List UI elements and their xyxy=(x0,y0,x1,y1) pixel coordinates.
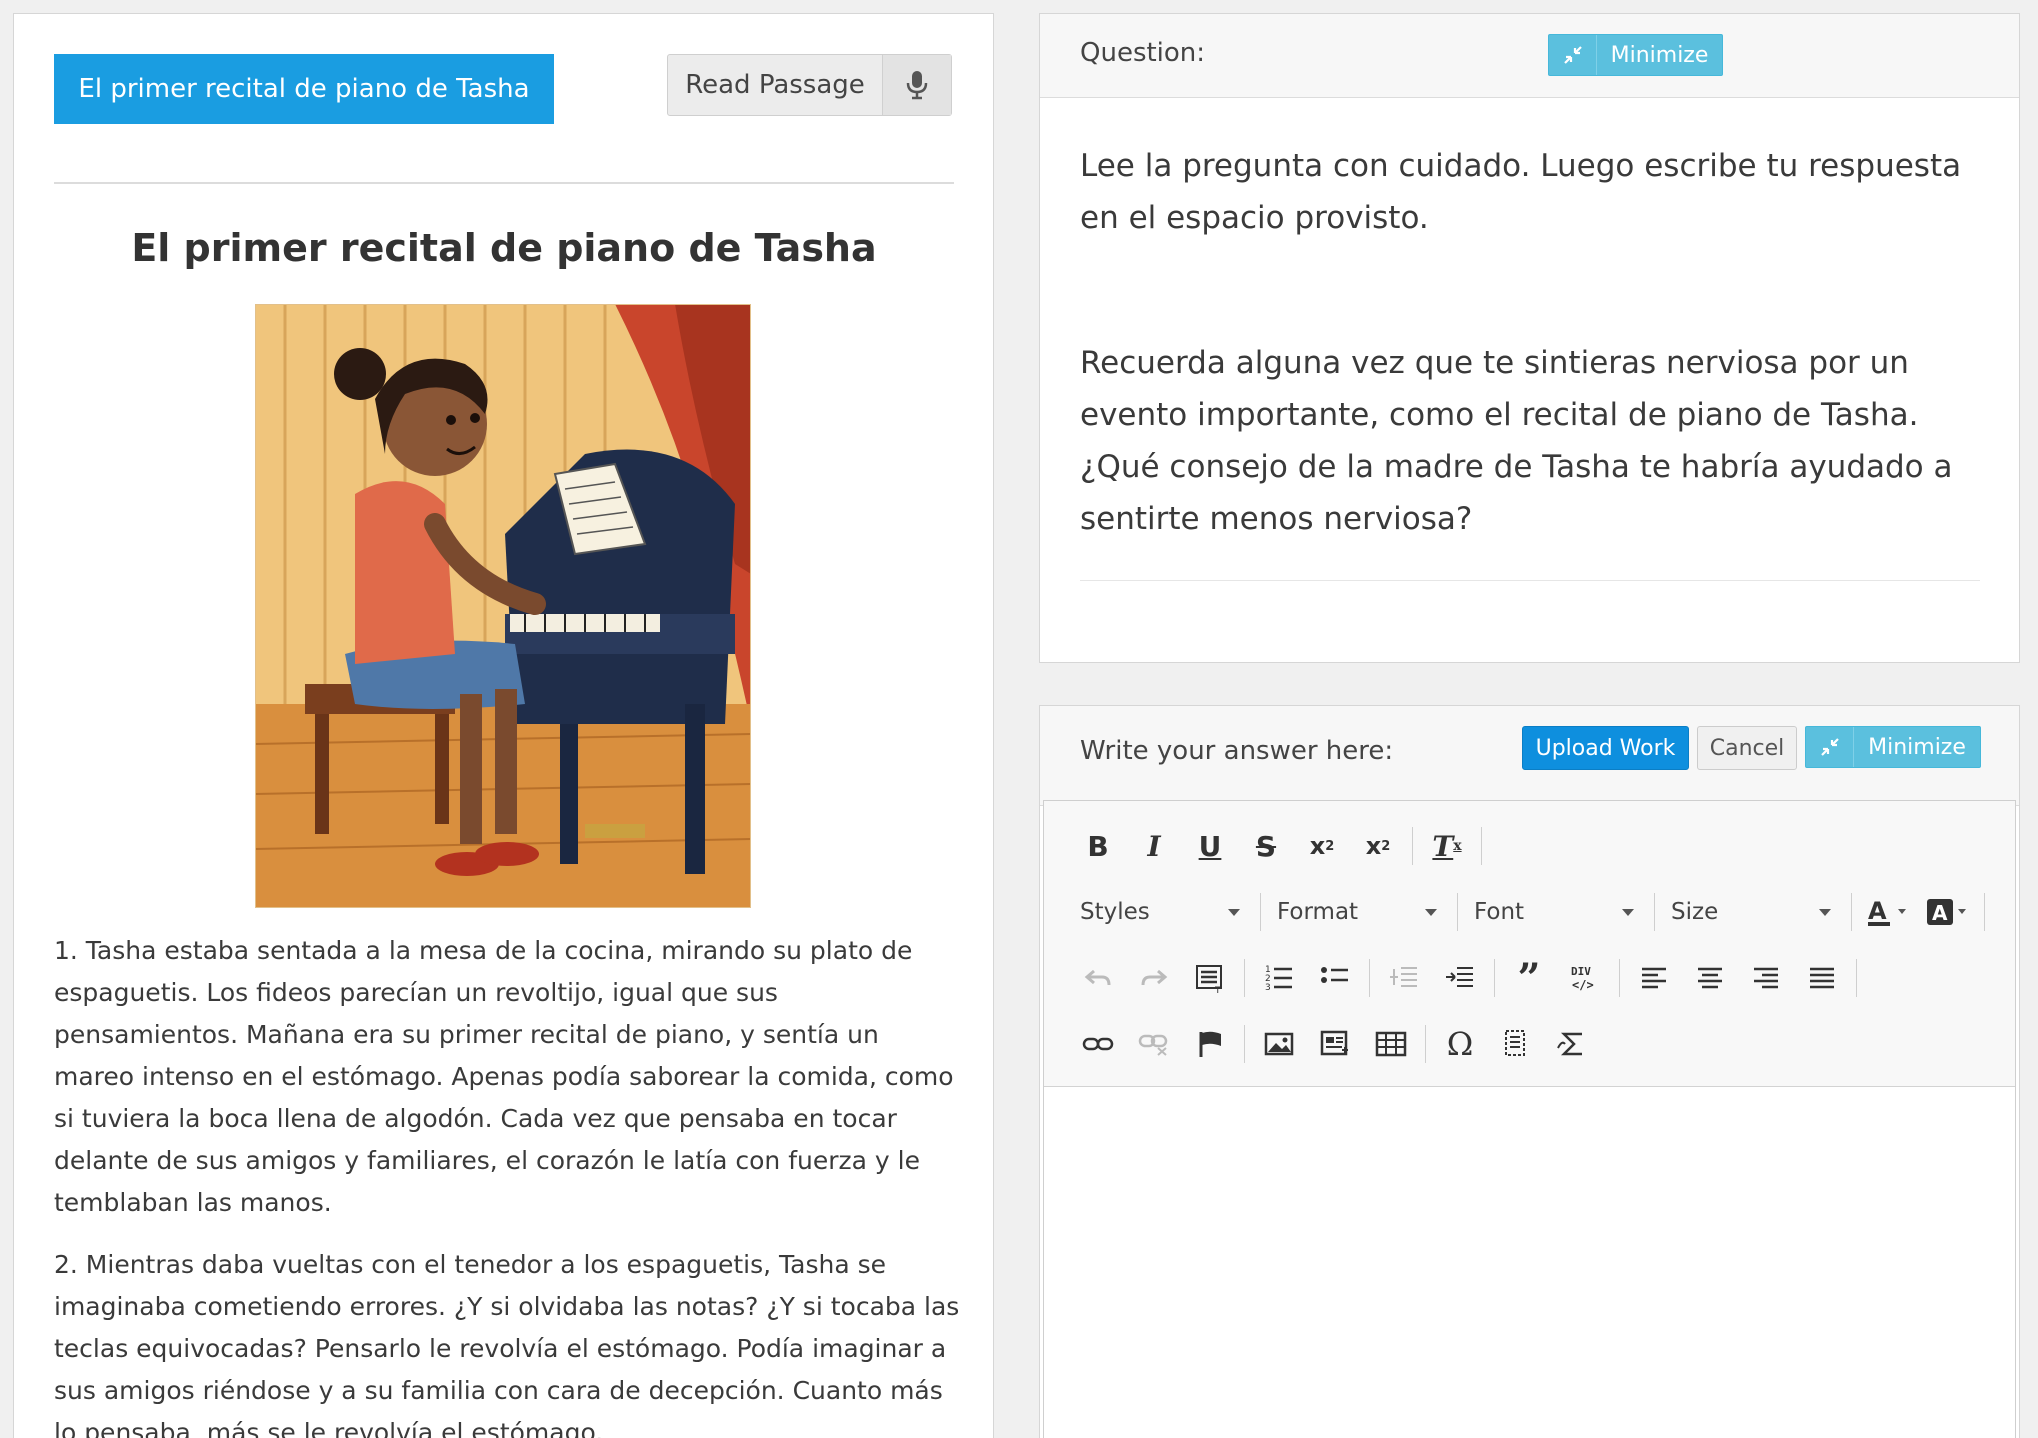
indent-icon[interactable] xyxy=(1432,955,1488,1001)
strikethrough-icon[interactable]: S xyxy=(1238,823,1294,869)
passage-illustration xyxy=(255,304,751,908)
italic-icon[interactable]: I xyxy=(1126,823,1182,869)
toolbar-separator xyxy=(1425,1025,1426,1063)
blockquote-icon[interactable]: ” xyxy=(1501,955,1557,1002)
passage-paragraph: 2. Mientras daba vueltas con el tenedor … xyxy=(54,1250,960,1438)
answer-minimize-button[interactable]: Minimize xyxy=(1805,726,1981,768)
toolbar-separator xyxy=(1494,959,1495,997)
superscript-icon[interactable]: x2 xyxy=(1350,823,1406,869)
chevron-down-icon xyxy=(1228,908,1240,916)
underline-icon[interactable]: U xyxy=(1182,823,1238,869)
chevron-down-icon xyxy=(1425,908,1437,916)
font-dropdown-label: Font xyxy=(1474,899,1525,925)
toolbar-separator xyxy=(1481,827,1482,865)
subscript-icon[interactable]: x2 xyxy=(1294,823,1350,869)
svg-text:</>: </> xyxy=(1572,978,1594,992)
toolbar-separator xyxy=(1654,893,1655,931)
embed-media-icon[interactable] xyxy=(1307,1021,1363,1067)
chevron-down-icon xyxy=(1622,908,1634,916)
question-panel: Question: Minimize Lee la pregunta con c… xyxy=(1039,13,2020,663)
undo-icon[interactable] xyxy=(1070,955,1126,1001)
passage-paragraph: 1. Tasha estaba sentada a la mesa de la … xyxy=(54,936,954,1217)
format-dropdown-label: Format xyxy=(1277,899,1359,925)
question-body: Lee la pregunta con cuidado. Luego escri… xyxy=(1080,140,1980,545)
toolbar-separator xyxy=(1412,827,1413,865)
svg-text:T: T xyxy=(1214,986,1221,993)
toolbar-separator xyxy=(1457,893,1458,931)
bulleted-list-icon[interactable] xyxy=(1307,955,1363,1001)
question-header: Question: Minimize xyxy=(1040,14,2019,98)
math-formula-icon[interactable] xyxy=(1544,1021,1600,1067)
table-icon[interactable] xyxy=(1363,1021,1419,1067)
answer-text-area[interactable] xyxy=(1044,1088,2015,1438)
toolbar-separator xyxy=(1244,1025,1245,1063)
size-dropdown-label: Size xyxy=(1671,899,1719,925)
background-color-icon[interactable]: A xyxy=(1918,889,1978,935)
align-left-icon[interactable] xyxy=(1626,955,1682,1001)
compress-icon xyxy=(1549,35,1597,75)
align-justify-icon[interactable] xyxy=(1794,955,1850,1001)
passage-panel: El primer recital de piano de Tasha Read… xyxy=(13,13,994,1438)
chevron-down-icon xyxy=(1819,908,1831,916)
size-dropdown[interactable]: Size xyxy=(1661,889,1845,935)
question-prompt: Recuerda alguna vez que te sintieras ner… xyxy=(1080,345,1953,537)
upload-work-button[interactable]: Upload Work xyxy=(1522,726,1689,770)
answer-header-label: Write your answer here: xyxy=(1080,736,1394,766)
toolbar-separator xyxy=(1244,959,1245,997)
styles-dropdown-label: Styles xyxy=(1080,899,1150,925)
create-div-icon[interactable]: DIV </> xyxy=(1557,955,1613,1001)
svg-text:DIV: DIV xyxy=(1571,965,1591,978)
svg-text:3: 3 xyxy=(1265,983,1271,992)
special-character-icon[interactable]: Ω xyxy=(1432,1021,1488,1067)
compress-icon xyxy=(1806,727,1854,767)
divider xyxy=(1080,580,1980,581)
remove-format-icon[interactable]: Tx xyxy=(1419,823,1475,869)
answer-header: Write your answer here: Upload Work Canc… xyxy=(1040,706,2019,806)
styles-dropdown[interactable]: Styles xyxy=(1070,889,1254,935)
svg-text:A: A xyxy=(1868,897,1887,925)
page-break-icon[interactable] xyxy=(1488,1021,1544,1067)
link-icon[interactable] xyxy=(1070,1021,1126,1067)
answer-panel: Write your answer here: Upload Work Canc… xyxy=(1039,705,2020,1438)
minimize-label: Minimize xyxy=(1868,734,1966,760)
rich-text-editor: B I U S x2 x2 Tx Styles Format Font Size xyxy=(1043,800,2016,1438)
toolbar-separator xyxy=(1260,893,1261,931)
anchor-flag-icon[interactable] xyxy=(1182,1021,1238,1067)
svg-text:A: A xyxy=(1932,901,1948,925)
read-passage-label: Read Passage xyxy=(668,55,883,115)
text-color-icon[interactable]: A xyxy=(1858,889,1918,935)
toolbar-separator xyxy=(1856,959,1857,997)
passage-tab-button[interactable]: El primer recital de piano de Tasha xyxy=(54,54,554,124)
unlink-icon[interactable] xyxy=(1126,1021,1182,1067)
image-icon[interactable] xyxy=(1251,1021,1307,1067)
redo-icon[interactable] xyxy=(1126,955,1182,1001)
font-dropdown[interactable]: Font xyxy=(1464,889,1648,935)
numbered-list-icon[interactable]: 123 xyxy=(1251,955,1307,1001)
question-header-label: Question: xyxy=(1080,38,1206,68)
passage-body: 1. Tasha estaba sentada a la mesa de la … xyxy=(54,930,964,1438)
toolbar-separator xyxy=(1619,959,1620,997)
cancel-button[interactable]: Cancel xyxy=(1697,726,1797,770)
microphone-icon[interactable] xyxy=(883,55,951,115)
bold-icon[interactable]: B xyxy=(1070,823,1126,869)
align-right-icon[interactable] xyxy=(1738,955,1794,1001)
outdent-icon[interactable] xyxy=(1376,955,1432,1001)
divider xyxy=(54,182,954,184)
read-passage-button[interactable]: Read Passage xyxy=(667,54,952,116)
passage-title: El primer recital de piano de Tasha xyxy=(131,226,877,270)
question-minimize-button[interactable]: Minimize xyxy=(1548,34,1723,76)
minimize-label: Minimize xyxy=(1610,42,1709,68)
toolbar-separator xyxy=(1369,959,1370,997)
toolbar-separator xyxy=(1984,893,1985,931)
align-center-icon[interactable] xyxy=(1682,955,1738,1001)
paste-text-icon[interactable]: T xyxy=(1182,955,1238,1001)
format-dropdown[interactable]: Format xyxy=(1267,889,1451,935)
editor-toolbar: B I U S x2 x2 Tx Styles Format Font Size xyxy=(1044,801,2015,1087)
toolbar-separator xyxy=(1851,893,1852,931)
question-instruction: Lee la pregunta con cuidado. Luego escri… xyxy=(1080,148,1962,236)
